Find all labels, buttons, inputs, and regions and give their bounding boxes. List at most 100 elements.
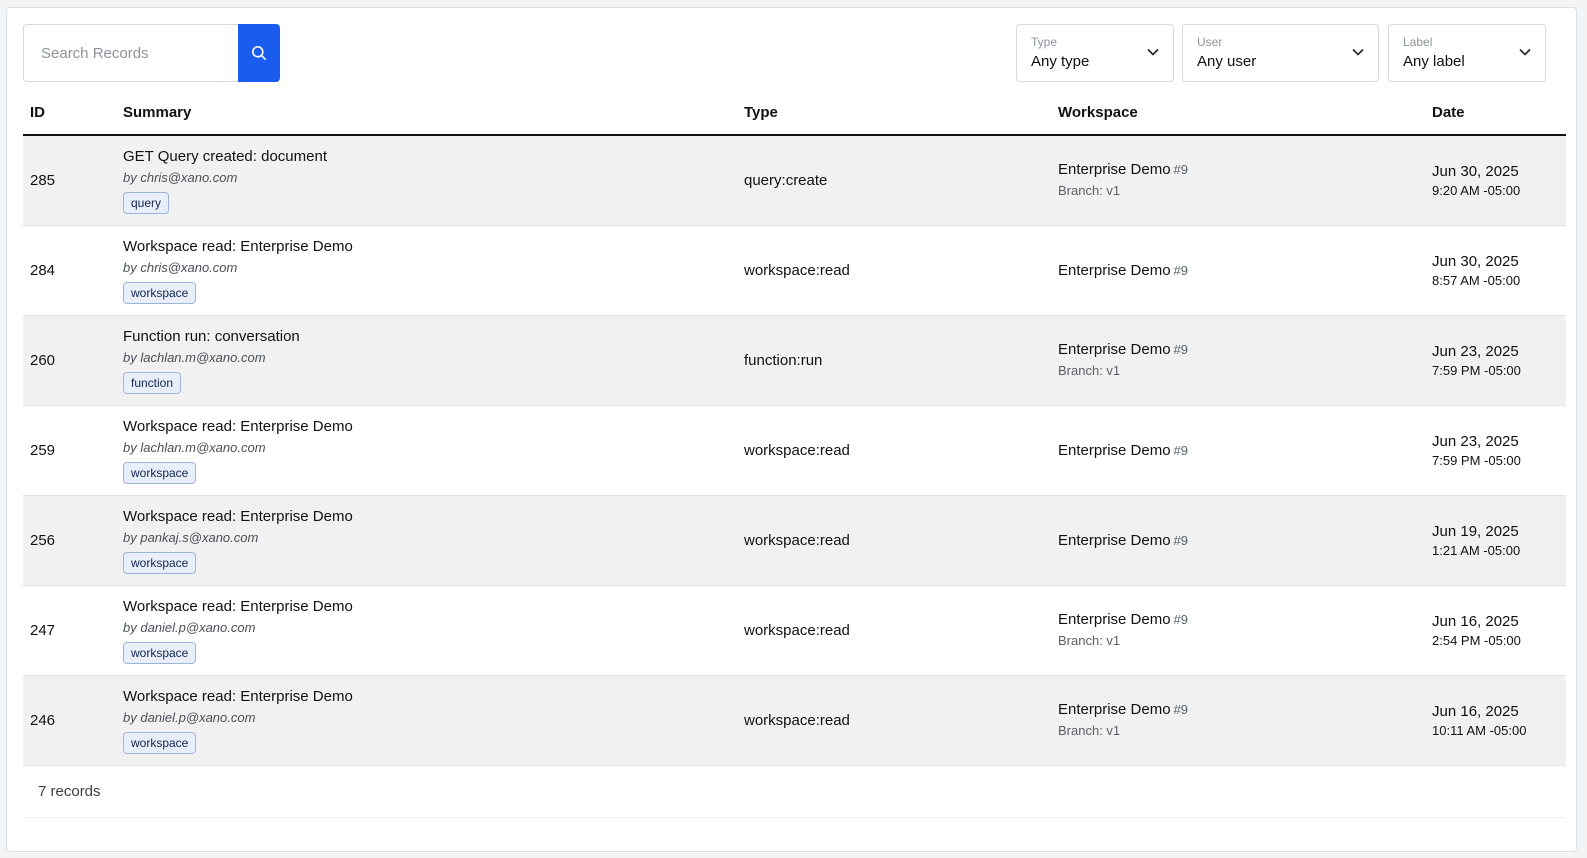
workspace-name: Enterprise Demo [1058,161,1171,178]
chevron-down-icon [1147,48,1159,56]
row-summary: Workspace read: Enterprise Demo by danie… [123,597,744,664]
date-time: 2:54 PM -05:00 [1432,632,1521,648]
date-time: 10:11 AM -05:00 [1432,722,1527,738]
table-row[interactable]: 247 Workspace read: Enterprise Demo by d… [23,586,1566,676]
workspace-name: Enterprise Demo [1058,531,1171,549]
summary-title: Workspace read: Enterprise Demo [123,688,353,705]
workspace-number: #9 [1173,532,1189,548]
row-date: Jun 16, 2025 10:11 AM -05:00 [1432,702,1566,740]
workspace-name: Enterprise Demo [1058,701,1171,718]
records-table: ID Summary Type Workspace Date 285 GET Q… [23,90,1566,766]
summary-author: by lachlan.m@xano.com [123,350,266,365]
date-time: 9:20 AM -05:00 [1432,182,1521,198]
user-filter-label: User [1197,35,1223,49]
summary-author: by daniel.p@xano.com [123,710,256,725]
date-time: 8:57 AM -05:00 [1432,272,1521,288]
label-tag[interactable]: query [123,192,170,214]
row-type: query:create [744,172,828,189]
workspace-name: Enterprise Demo [1058,341,1171,358]
row-id: 259 [30,442,56,459]
summary-author: by chris@xano.com [123,260,238,275]
label-tag[interactable]: workspace [123,462,197,484]
header-date[interactable]: Date [1432,104,1566,121]
audit-log-panel: Type Any type User Any user Label Any la… [6,7,1577,852]
row-workspace: Enterprise Demo #9 Branch: v1 [1058,340,1432,381]
row-type: workspace:read [744,622,850,639]
user-filter-select[interactable]: User Any user [1182,24,1379,82]
table-row[interactable]: 284 Workspace read: Enterprise Demo by c… [23,226,1566,316]
row-summary: Function run: conversation by lachlan.m@… [123,327,744,394]
table-row[interactable]: 256 Workspace read: Enterprise Demo by p… [23,496,1566,586]
workspace-branch: Branch: v1 [1058,183,1121,198]
row-summary: GET Query created: document by chris@xan… [123,147,744,214]
row-workspace: Enterprise Demo #9 Branch: v1 [1058,160,1432,201]
row-workspace: Enterprise Demo #9 [1058,441,1432,461]
row-id: 285 [30,172,56,189]
header-workspace[interactable]: Workspace [1058,104,1432,121]
row-workspace: Enterprise Demo #9 [1058,531,1432,551]
row-type: workspace:read [744,442,850,459]
workspace-branch: Branch: v1 [1058,363,1121,378]
label-tag[interactable]: workspace [123,732,197,754]
label-filter-select[interactable]: Label Any label [1388,24,1546,82]
header-summary[interactable]: Summary [123,104,744,121]
workspace-branch: Branch: v1 [1058,633,1121,648]
label-filter-label: Label [1403,35,1433,49]
search-icon [252,46,266,60]
label-tag[interactable]: function [123,372,182,394]
workspace-number: #9 [1173,162,1189,177]
type-filter-select[interactable]: Type Any type [1016,24,1174,82]
row-type: workspace:read [744,262,850,279]
table-row[interactable]: 260 Function run: conversation by lachla… [23,316,1566,406]
search-button[interactable] [238,24,280,82]
chevron-down-icon [1519,48,1531,56]
workspace-number: #9 [1173,702,1189,717]
workspace-number: #9 [1173,342,1189,357]
table-row[interactable]: 246 Workspace read: Enterprise Demo by d… [23,676,1566,766]
date-time: 7:59 PM -05:00 [1432,452,1521,468]
row-date: Jun 23, 2025 7:59 PM -05:00 [1432,432,1566,470]
record-count: 7 records [38,783,101,800]
summary-author: by lachlan.m@xano.com [123,440,266,455]
label-filter-value: Any label [1403,53,1465,70]
row-type: workspace:read [744,532,850,549]
row-workspace: Enterprise Demo #9 Branch: v1 [1058,700,1432,741]
label-tag[interactable]: workspace [123,552,197,574]
row-date: Jun 19, 2025 1:21 AM -05:00 [1432,522,1566,560]
table-row[interactable]: 259 Workspace read: Enterprise Demo by l… [23,406,1566,496]
search-input[interactable] [23,24,238,82]
table-row[interactable]: 285 GET Query created: document by chris… [23,136,1566,226]
workspace-name: Enterprise Demo [1058,261,1171,279]
workspace-name: Enterprise Demo [1058,611,1171,628]
workspace-name: Enterprise Demo [1058,441,1171,459]
search-group [23,24,280,82]
header-id[interactable]: ID [23,104,123,121]
summary-title: Workspace read: Enterprise Demo [123,508,353,525]
label-tag[interactable]: workspace [123,642,197,664]
row-summary: Workspace read: Enterprise Demo by danie… [123,687,744,754]
row-id: 260 [30,352,56,369]
workspace-number: #9 [1173,442,1189,458]
row-date: Jun 30, 2025 8:57 AM -05:00 [1432,252,1566,290]
summary-title: Workspace read: Enterprise Demo [123,598,353,615]
user-filter-value: Any user [1197,53,1257,70]
date-day: Jun 30, 2025 [1432,162,1519,180]
row-date: Jun 30, 2025 9:20 AM -05:00 [1432,162,1566,200]
row-date: Jun 23, 2025 7:59 PM -05:00 [1432,342,1566,380]
row-type: workspace:read [744,712,850,729]
summary-title: Workspace read: Enterprise Demo [123,238,353,255]
header-type[interactable]: Type [744,104,1058,121]
date-day: Jun 19, 2025 [1432,522,1519,540]
summary-author: by chris@xano.com [123,170,238,185]
table-header: ID Summary Type Workspace Date [23,90,1566,136]
date-day: Jun 23, 2025 [1432,342,1519,360]
summary-author: by pankaj.s@xano.com [123,530,259,545]
row-summary: Workspace read: Enterprise Demo by lachl… [123,417,744,484]
table-footer: 7 records [23,766,1566,818]
summary-title: Workspace read: Enterprise Demo [123,418,353,435]
label-tag[interactable]: workspace [123,282,197,304]
summary-title: Function run: conversation [123,328,300,345]
date-day: Jun 23, 2025 [1432,432,1519,450]
row-workspace: Enterprise Demo #9 [1058,261,1432,281]
summary-title: GET Query created: document [123,148,327,165]
